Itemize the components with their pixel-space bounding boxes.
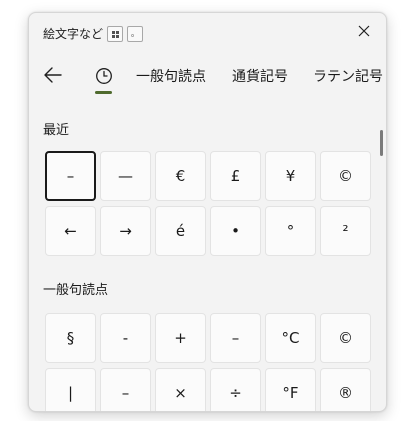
symbol-cell[interactable]: × — [155, 368, 206, 411]
close-icon[interactable] — [352, 19, 376, 43]
section-label-recent: 最近 — [43, 123, 70, 138]
symbol-cell[interactable]: ¥ — [265, 151, 316, 201]
symbol-cell[interactable]: – — [210, 313, 261, 363]
symbol-cell[interactable]: ÷ — [210, 368, 261, 411]
symbol-cell[interactable]: - — [100, 313, 151, 363]
grid-icon[interactable] — [107, 26, 123, 42]
symbol-cell[interactable]: é — [155, 206, 206, 256]
symbol-cell[interactable]: • — [210, 206, 261, 256]
symbol-cell[interactable]: °C — [265, 313, 316, 363]
symbol-cell[interactable]: ² — [320, 206, 371, 256]
tab-latin-symbols[interactable]: ラテン記号 — [313, 66, 383, 86]
symbol-cell[interactable]: °F — [265, 368, 316, 411]
symbol-cell[interactable]: – — [45, 151, 96, 201]
tab-general-punctuation[interactable]: 一般句読点 — [136, 66, 206, 86]
symbol-cell[interactable]: — — [100, 151, 151, 201]
symbol-cell[interactable]: £ — [210, 151, 261, 201]
emoji-panel: 絵文字など 。 一般句読点 通貨記号 ラテン記号 最近 – — € £ ¥ © … — [28, 12, 387, 412]
back-arrow-icon[interactable] — [41, 63, 65, 87]
scrollbar-thumb[interactable] — [380, 130, 383, 156]
section-label-general-punctuation: 一般句読点 — [43, 283, 109, 298]
category-tabs: 一般句読点 通貨記号 ラテン記号 — [29, 61, 386, 101]
tab-currency-symbols[interactable]: 通貨記号 — [232, 66, 288, 86]
symbol-cell[interactable]: ® — [320, 368, 371, 411]
kaomoji-label: 。 — [131, 29, 139, 38]
symbol-cell[interactable]: → — [100, 206, 151, 256]
symbol-cell[interactable]: – — [100, 368, 151, 411]
title-bar: 絵文字など 。 — [29, 13, 386, 53]
clock-icon[interactable] — [91, 63, 117, 89]
active-tab-indicator — [95, 91, 112, 94]
window-title: 絵文字など — [43, 27, 104, 41]
symbol-cell[interactable]: € — [155, 151, 206, 201]
kaomoji-button[interactable]: 。 — [127, 26, 143, 42]
symbol-cell[interactable]: + — [155, 313, 206, 363]
symbol-cell[interactable]: ← — [45, 206, 96, 256]
symbol-cell[interactable]: § — [45, 313, 96, 363]
symbol-cell[interactable]: © — [320, 151, 371, 201]
symbol-cell[interactable]: ° — [265, 206, 316, 256]
symbol-cell[interactable]: | — [45, 368, 96, 411]
symbol-cell[interactable]: © — [320, 313, 371, 363]
